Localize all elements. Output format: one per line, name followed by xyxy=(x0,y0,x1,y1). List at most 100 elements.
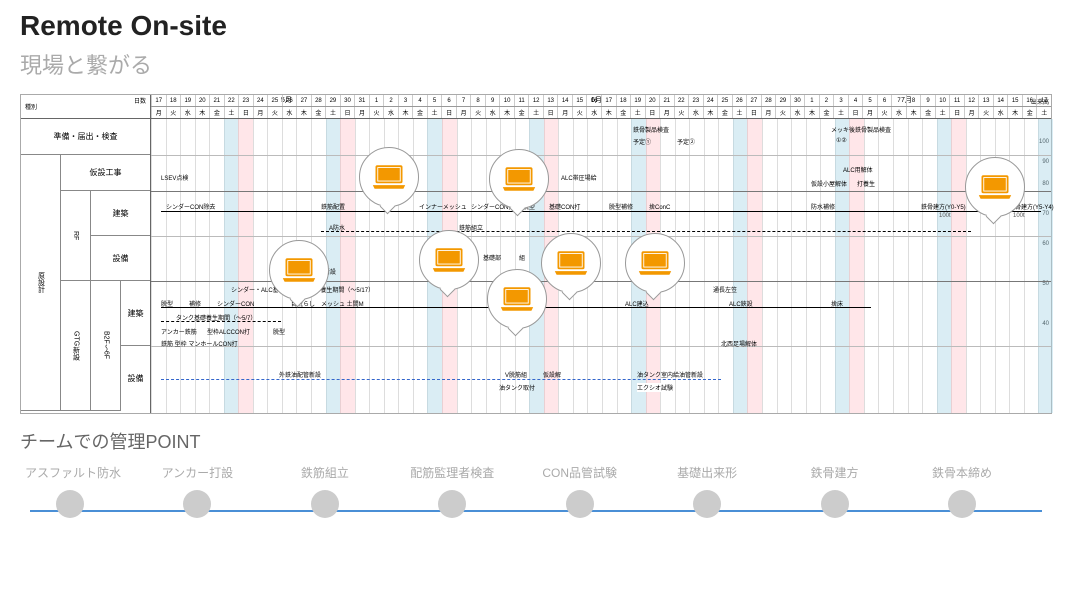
day-wk-cell: 土 xyxy=(732,107,747,118)
day-num-cell: 21 xyxy=(209,95,224,106)
timeline-label: 基礎出来形 xyxy=(662,464,752,482)
day-wk-cell: 土 xyxy=(1036,107,1051,118)
day-num-cell: 3 xyxy=(833,95,848,106)
laptop-icon xyxy=(625,233,685,293)
day-wk-cell: 水 xyxy=(790,107,805,118)
milestone-maru12: ①② xyxy=(836,137,847,144)
task-sute-con: 捨ConC xyxy=(649,202,670,211)
day-num-cell: 22 xyxy=(674,95,689,106)
day-wk-cell: 月 xyxy=(761,107,776,118)
day-wk-cell: 日 xyxy=(848,107,863,118)
day-wk-cell: 木 xyxy=(499,107,514,118)
timeline-dot xyxy=(693,490,721,518)
day-num-cell: 14 xyxy=(993,95,1008,106)
day-num-cell: 8 xyxy=(906,95,921,106)
milestone-mekki: メッキ後鉄骨製品検査 xyxy=(831,125,891,134)
calendar-header: 1718192021222324252627282930311234567891… xyxy=(151,95,1051,119)
day-num-cell: 11 xyxy=(514,95,529,106)
day-num-cell: 10 xyxy=(935,95,950,106)
task-v-dakkei: V脱筋組 xyxy=(505,370,527,379)
day-num-cell: 15 xyxy=(1007,95,1022,106)
task-tsuho-sa: 通長左笠 xyxy=(713,285,737,294)
day-wk-cell: 水 xyxy=(586,107,601,118)
task-kisobu: 基礎部 xyxy=(483,253,501,262)
day-num-cell: 27 xyxy=(746,95,761,106)
day-wk-cell: 日 xyxy=(441,107,456,118)
task-dakkei3: 脱型 xyxy=(273,327,285,336)
day-num-cell: 4 xyxy=(412,95,427,106)
day-wk-cell: 水 xyxy=(688,107,703,118)
day-wk-cell: 火 xyxy=(470,107,485,118)
task-abura-tank-shitsu: 油タンク室内給油管新設 xyxy=(637,370,703,379)
row-kentiku1: 建築 xyxy=(91,191,150,236)
day-num-cell: 15 xyxy=(572,95,587,106)
day-num-cell: 13 xyxy=(543,95,558,106)
page-subtitle: 現場と繋がる xyxy=(20,48,1052,80)
day-num-cell: 7 xyxy=(891,95,906,106)
timeline-node: アスファルト防水 xyxy=(25,464,115,518)
task-alc-kaitai: ALC用解体 xyxy=(843,165,873,174)
laptop-icon xyxy=(541,233,601,293)
day-num-cell: 22 xyxy=(224,95,239,106)
day-wk-cell: 月 xyxy=(354,107,369,118)
day-wk-cell: 金 xyxy=(209,107,224,118)
day-num-cell: 20 xyxy=(645,95,660,106)
milestone-yotei1: 予定① xyxy=(633,137,651,146)
day-wk-cell: 水 xyxy=(993,107,1008,118)
day-wk-cell: 金 xyxy=(412,107,427,118)
day-wk-cell: 金 xyxy=(616,107,631,118)
timeline-label: アスファルト防水 xyxy=(25,464,115,482)
day-num-cell: 2 xyxy=(383,95,398,106)
day-num-cell: 25 xyxy=(267,95,282,106)
day-num-cell: 7 xyxy=(456,95,471,106)
day-wk-cell: 月 xyxy=(659,107,674,118)
task-katawaku-alc: 型枠ALCCON打 xyxy=(207,327,250,336)
day-num-cell: 17 xyxy=(151,95,166,106)
day-wk-cell: 火 xyxy=(369,107,384,118)
day-num-cell: 18 xyxy=(616,95,631,106)
day-num-cell: 21 xyxy=(659,95,674,106)
day-wk-cell: 木 xyxy=(906,107,921,118)
day-num-cell: 6 xyxy=(877,95,892,106)
day-wk-cell: 土 xyxy=(528,107,543,118)
task-tekkin-katawaku: 鉄筋 型枠 マンホールCON打 xyxy=(161,339,238,348)
day-num-cell: 10 xyxy=(499,95,514,106)
task-taiyou: 打養生 xyxy=(857,179,875,188)
timeline-dot xyxy=(821,490,849,518)
day-wk-cell: 月 xyxy=(456,107,471,118)
day-num-cell: 23 xyxy=(688,95,703,106)
day-num-cell: 16 xyxy=(1022,95,1037,106)
timeline-node: CON品管試験 xyxy=(535,464,625,518)
day-wk-cell: 金 xyxy=(1022,107,1037,118)
task-ton1: 100t xyxy=(939,213,951,219)
row-setsubi1: 設備 xyxy=(91,236,150,281)
timeline-node: 基礎出来形 xyxy=(662,464,752,518)
task-inner-mesh: インナーメッシュ xyxy=(419,202,467,211)
day-num-cell: 30 xyxy=(790,95,805,106)
day-wk-cell: 火 xyxy=(572,107,587,118)
day-wk-cell: 月 xyxy=(557,107,572,118)
gantt-chart: 種別 日数 準備・届出・検査 仮設工事 原設計 RF 建築 設備 GTG新設 B… xyxy=(20,94,1052,414)
day-wk-cell: 木 xyxy=(703,107,718,118)
timeline-dot xyxy=(311,490,339,518)
task-dakkei-hosyu: 脱型補修 xyxy=(609,202,633,211)
task-ekushio: エクシオ試験 xyxy=(637,383,673,392)
day-num-cell: 1 xyxy=(804,95,819,106)
day-wk-cell: 日 xyxy=(746,107,761,118)
day-wk-cell: 土 xyxy=(935,107,950,118)
sub-gtg: GTG新設 xyxy=(61,281,91,411)
day-wk-cell: 木 xyxy=(195,107,210,118)
day-wk-cell: 火 xyxy=(877,107,892,118)
day-num-cell: 31 xyxy=(354,95,369,106)
day-wk-cell: 木 xyxy=(296,107,311,118)
milestone-tekkotsu-kensa: 鉄骨製品検査 xyxy=(633,125,669,134)
day-num-cell: 8 xyxy=(470,95,485,106)
day-wk-cell: 土 xyxy=(224,107,239,118)
day-num-cell: 12 xyxy=(528,95,543,106)
day-wk-cell: 木 xyxy=(804,107,819,118)
day-num-cell: 24 xyxy=(253,95,268,106)
day-num-cell: 26 xyxy=(282,95,297,106)
day-wk-cell: 金 xyxy=(717,107,732,118)
day-wk-cell: 火 xyxy=(978,107,993,118)
day-wk-cell: 水 xyxy=(180,107,195,118)
